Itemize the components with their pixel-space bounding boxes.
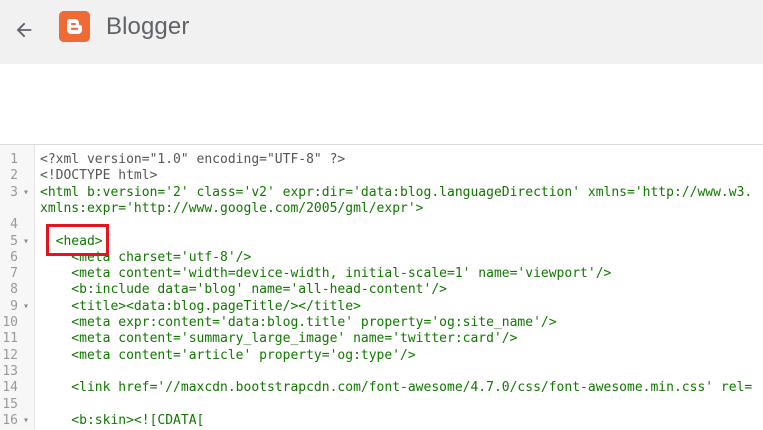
app-title: Blogger <box>106 13 190 40</box>
code-line[interactable]: 2 <!DOCTYPE html> <box>0 167 763 184</box>
line-number: 11 <box>2 331 18 347</box>
blogger-logo-icon <box>59 11 90 42</box>
line-number: 7 <box>10 266 18 282</box>
line-number: 9 <box>10 298 18 314</box>
code-line[interactable]: 12 <meta content='article' property='og:… <box>0 347 763 364</box>
code-line[interactable]: 9 ▾ <title><data:blog.pageTitle/></title> <box>0 298 763 315</box>
line-number: 13 <box>2 363 18 379</box>
back-button[interactable] <box>6 12 42 48</box>
code-line[interactable]: 3 ▾ <html b:version='2' class='v2' expr:di… <box>0 184 763 201</box>
code-text: <b:include data='blog' name='all-head-co… <box>40 282 447 298</box>
app-header: Blogger <box>0 0 763 64</box>
code-line[interactable]: 14 <link href='//maxcdn.bootstrapcdn.com… <box>0 379 763 396</box>
line-number: 3 <box>10 184 18 200</box>
code-line[interactable]: 15 <box>0 396 763 413</box>
code-line[interactable]: 16 ▾ <b:skin><![CDATA[ <box>0 412 763 429</box>
code-line[interactable]: xmlns:expr='http://www.google.com/2005/g… <box>0 200 763 217</box>
toolbar-area <box>0 64 763 144</box>
code-line[interactable]: 4 <box>0 216 763 233</box>
line-number: 5 <box>10 233 18 249</box>
line-number: 10 <box>2 315 18 330</box>
code-line[interactable]: 11 <meta content='summary_large_image' n… <box>0 330 763 347</box>
annotation-box <box>46 224 109 256</box>
line-number: 14 <box>2 380 18 396</box>
code-line[interactable]: 5 ▾ <head> <box>0 233 763 250</box>
code-text: <b:skin><![CDATA[ <box>40 412 205 428</box>
code-text: <title><data:blog.pageTitle/></title> <box>40 298 361 314</box>
code-text: <meta content='article' property='og:typ… <box>40 347 416 363</box>
fold-arrow-icon[interactable]: ▾ <box>21 184 31 201</box>
code-line[interactable]: 7 <meta content='width=device-width, ini… <box>0 265 763 282</box>
line-number: 2 <box>10 168 18 184</box>
code-text: <!DOCTYPE html> <box>40 168 158 184</box>
code-line[interactable]: 1 <?xml version="1.0" encoding="UTF-8" ?> <box>0 151 763 168</box>
line-number: 15 <box>2 396 18 412</box>
code-line[interactable]: 6 <meta charset='utf-8'/> <box>0 249 763 266</box>
line-number: 8 <box>10 282 18 298</box>
code-text: <?xml version="1.0" encoding="UTF-8" ?> <box>40 152 346 167</box>
fold-arrow-icon[interactable]: ▾ <box>21 233 31 250</box>
code-text: <link href='//maxcdn.bootstrapcdn.com/fo… <box>40 380 753 396</box>
fold-arrow-icon[interactable]: ▾ <box>21 412 31 429</box>
line-number: 4 <box>10 217 18 233</box>
arrow-left-icon <box>16 22 32 38</box>
code-text: <meta content='width=device-width, initi… <box>40 266 612 282</box>
code-editor[interactable]: 1 <?xml version="1.0" encoding="UTF-8" ?>… <box>0 145 763 430</box>
fold-arrow-icon[interactable]: ▾ <box>21 298 31 315</box>
code-line[interactable]: 13 <box>0 363 763 380</box>
code-text: <meta expr:content='data:blog.title' pro… <box>40 315 557 330</box>
line-number: 16 <box>2 412 18 428</box>
code-line[interactable]: 10 <meta expr:content='data:blog.title' … <box>0 314 763 331</box>
code-text: <html b:version='2' class='v2' expr:dir=… <box>40 184 753 200</box>
code-line[interactable]: 8 <b:include data='blog' name='all-head-… <box>0 281 763 298</box>
line-number: 12 <box>2 347 18 363</box>
line-number: 1 <box>10 152 18 167</box>
code-text: <meta content='summary_large_image' name… <box>40 331 518 347</box>
code-text: xmlns:expr='http://www.google.com/2005/g… <box>40 200 424 216</box>
line-number: 6 <box>10 249 18 265</box>
